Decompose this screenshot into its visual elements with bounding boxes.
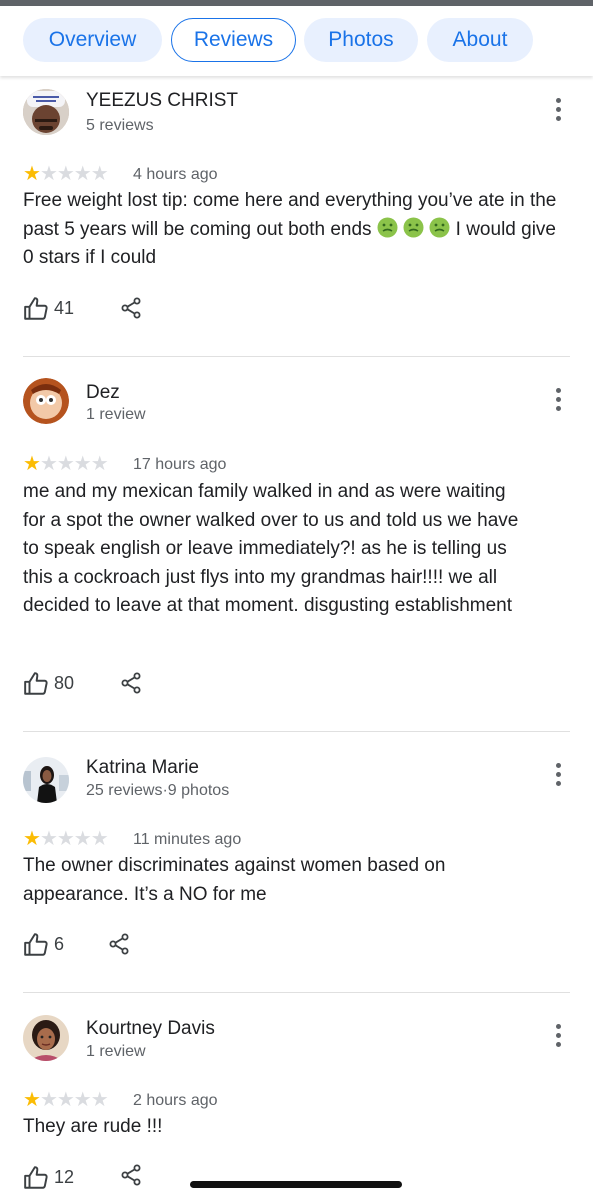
share-button[interactable] xyxy=(119,671,143,700)
divider xyxy=(23,356,570,357)
like-count: 12 xyxy=(54,1167,75,1187)
divider xyxy=(23,992,570,993)
reviewer-name[interactable]: YEEZUS CHRIST xyxy=(86,90,238,112)
review-time: 4 hours ago xyxy=(133,166,218,183)
reviewer-name[interactable]: Kourtney Davis xyxy=(86,1018,215,1040)
avatar[interactable] xyxy=(23,89,69,135)
thumbs-up-icon xyxy=(24,1166,48,1189)
star-rating: ★★★★★ xyxy=(23,1089,109,1111)
review-time: 17 hours ago xyxy=(133,456,227,473)
avatar[interactable] xyxy=(23,378,69,424)
reviewer-name[interactable]: Katrina Marie xyxy=(86,757,199,779)
divider xyxy=(23,731,570,732)
star-rating: ★★★★★ xyxy=(23,453,109,475)
more-vert-icon[interactable] xyxy=(548,388,568,412)
review-time: 11 minutes ago xyxy=(133,831,242,848)
reviewer-name[interactable]: Dez xyxy=(86,382,120,404)
share-icon xyxy=(121,672,141,694)
like-count: 80 xyxy=(54,673,75,693)
star-rating: ★★★★★ xyxy=(23,828,109,850)
review-text: The owner discriminates against women ba… xyxy=(23,855,446,905)
thumbs-up-icon xyxy=(24,672,48,695)
nauseated-face-emoji xyxy=(429,217,450,238)
tab-bar: Overview Reviews Photos About xyxy=(0,6,593,76)
avatar[interactable] xyxy=(23,1015,69,1061)
reviewer-meta: 5 reviews xyxy=(86,117,154,134)
review-text: Free weight lost tip: come here and ever… xyxy=(23,187,563,273)
review-text: They are rude !!! xyxy=(23,1116,163,1137)
share-button[interactable] xyxy=(119,296,143,325)
nauseated-face-emoji xyxy=(403,217,424,238)
share-icon xyxy=(121,297,141,319)
reviewer-meta: 1 review xyxy=(86,406,146,423)
nauseated-face-emoji xyxy=(377,217,398,238)
home-indicator[interactable] xyxy=(190,1181,402,1188)
thumbs-up-icon xyxy=(24,297,48,320)
like-count: 6 xyxy=(54,934,65,954)
more-vert-icon[interactable] xyxy=(548,1024,568,1048)
more-vert-icon[interactable] xyxy=(548,98,568,122)
tab-about[interactable]: About xyxy=(427,18,533,62)
share-button[interactable] xyxy=(107,932,131,961)
thumbs-up-icon xyxy=(24,933,48,956)
reviewer-meta: 1 review xyxy=(86,1043,146,1060)
share-icon xyxy=(121,1164,141,1186)
tab-reviews[interactable]: Reviews xyxy=(171,18,296,62)
tab-overview[interactable]: Overview xyxy=(23,18,162,62)
avatar[interactable] xyxy=(23,757,69,803)
more-vert-icon[interactable] xyxy=(548,763,568,787)
review-time: 2 hours ago xyxy=(133,1092,218,1109)
review-text: me and my mexican family walked in and a… xyxy=(23,481,519,616)
share-icon xyxy=(109,933,129,955)
like-count: 41 xyxy=(54,298,75,318)
share-button[interactable] xyxy=(119,1163,143,1192)
reviewer-meta: 25 reviews·9 photos xyxy=(86,782,230,799)
star-rating: ★★★★★ xyxy=(23,163,109,185)
tab-photos[interactable]: Photos xyxy=(304,18,418,62)
